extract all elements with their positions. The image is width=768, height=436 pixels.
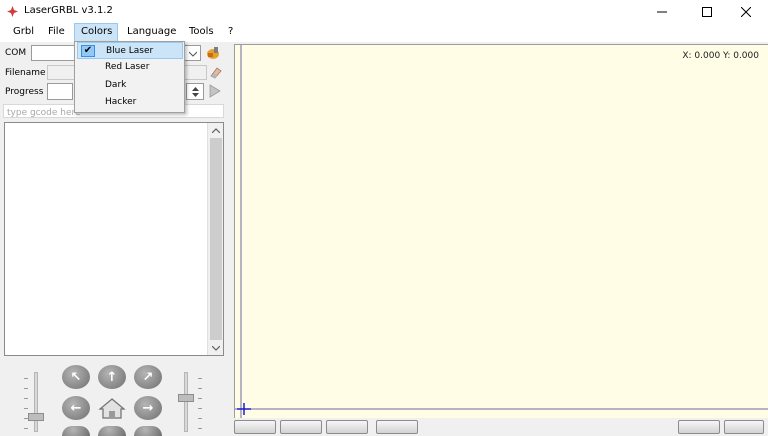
color-option-hacker[interactable]: Hacker bbox=[77, 94, 183, 111]
menu-grbl[interactable]: Grbl bbox=[13, 26, 34, 37]
arrow-left-icon: ← bbox=[70, 400, 82, 416]
jog-left-button[interactable]: ← bbox=[62, 396, 90, 420]
laser-icon bbox=[7, 6, 18, 17]
progress-label: Progress bbox=[5, 87, 44, 97]
slider-tick bbox=[198, 418, 202, 419]
window-title: LaserGRBL v3.1.2 bbox=[24, 5, 113, 16]
minimize-icon bbox=[657, 11, 667, 12]
filename-label: Filename bbox=[5, 68, 46, 78]
color-option-label: Dark bbox=[105, 80, 127, 90]
color-option-red-laser[interactable]: Red Laser bbox=[77, 59, 183, 76]
jog-down-left-button[interactable] bbox=[62, 426, 90, 436]
slider-tick bbox=[24, 418, 28, 419]
connect-plug-icon[interactable] bbox=[205, 45, 222, 61]
preview-area: X: 0.000 Y: 0.000 bbox=[228, 42, 768, 420]
scroll-up-icon[interactable] bbox=[208, 123, 224, 137]
menu-colors[interactable]: Colors bbox=[74, 23, 118, 42]
color-option-label: Red Laser bbox=[105, 62, 150, 72]
jog-down-right-button[interactable] bbox=[134, 426, 162, 436]
canvas-axes bbox=[235, 45, 768, 419]
console-log[interactable] bbox=[4, 122, 224, 356]
jog-right-button[interactable]: → bbox=[134, 396, 162, 420]
maximize-icon bbox=[702, 6, 712, 17]
menu-language[interactable]: Language bbox=[127, 26, 176, 37]
jog-home-button[interactable] bbox=[98, 396, 126, 420]
stepper-arrows-icon bbox=[192, 87, 199, 97]
speed-slider-thumb[interactable] bbox=[28, 413, 44, 421]
slider-tick bbox=[198, 378, 202, 379]
slider-tick bbox=[24, 388, 28, 389]
color-option-label: Hacker bbox=[105, 97, 137, 107]
preview-canvas[interactable]: X: 0.000 Y: 0.000 bbox=[234, 44, 768, 419]
menu-file[interactable]: File bbox=[48, 26, 65, 37]
close-icon bbox=[741, 6, 751, 17]
close-button[interactable] bbox=[724, 0, 768, 23]
minimize-button[interactable] bbox=[640, 0, 684, 23]
arrow-up-icon: ↑ bbox=[106, 369, 118, 385]
color-option-blue-laser[interactable]: ✔ Blue Laser bbox=[77, 42, 183, 59]
eraser-icon[interactable] bbox=[209, 66, 223, 79]
slider-tick bbox=[198, 408, 202, 409]
step-slider-thumb[interactable] bbox=[178, 394, 194, 402]
copies-stepper[interactable] bbox=[186, 83, 204, 100]
maximize-button[interactable] bbox=[685, 0, 729, 23]
scroll-down-icon[interactable] bbox=[208, 341, 224, 355]
arrow-right-icon: → bbox=[142, 400, 154, 416]
chevron-down-icon bbox=[189, 51, 197, 57]
com-label: COM bbox=[5, 48, 27, 58]
home-icon bbox=[98, 398, 126, 419]
arrow-up-left-icon: ↖ bbox=[70, 369, 82, 385]
play-icon[interactable] bbox=[208, 84, 222, 98]
slider-tick bbox=[24, 408, 28, 409]
jog-down-button[interactable] bbox=[98, 426, 126, 436]
menu-colors-label: Colors bbox=[81, 26, 113, 37]
slider-tick bbox=[198, 388, 202, 389]
menu-help[interactable]: ? bbox=[228, 26, 233, 37]
title-bar: LaserGRBL v3.1.2 bbox=[0, 0, 768, 23]
progress-bar bbox=[47, 83, 73, 100]
slider-tick bbox=[24, 428, 28, 429]
speed-slider-track[interactable] bbox=[34, 372, 38, 432]
color-option-label: Blue Laser bbox=[106, 46, 154, 56]
step-slider-track[interactable] bbox=[184, 372, 188, 432]
colors-dropdown-menu: ✔ Blue Laser Red Laser Dark Hacker bbox=[74, 41, 185, 113]
menu-tools[interactable]: Tools bbox=[189, 26, 214, 37]
bottom-toolbar bbox=[228, 418, 768, 434]
scrollbar-thumb[interactable] bbox=[210, 138, 222, 340]
color-option-dark[interactable]: Dark bbox=[77, 77, 183, 94]
jog-up-left-button[interactable]: ↖ bbox=[62, 365, 90, 389]
jog-up-button[interactable]: ↑ bbox=[98, 365, 126, 389]
slider-tick bbox=[198, 398, 202, 399]
arrow-up-right-icon: ↗ bbox=[142, 369, 154, 385]
slider-tick bbox=[24, 378, 28, 379]
checkmark-icon: ✔ bbox=[81, 45, 95, 57]
origin-cross-icon bbox=[237, 403, 251, 415]
slider-tick bbox=[24, 398, 28, 399]
slider-tick bbox=[198, 428, 202, 429]
console-scrollbar[interactable] bbox=[207, 123, 223, 355]
jog-up-right-button[interactable]: ↗ bbox=[134, 365, 162, 389]
gcode-command-placeholder: type gcode here bbox=[7, 108, 81, 118]
